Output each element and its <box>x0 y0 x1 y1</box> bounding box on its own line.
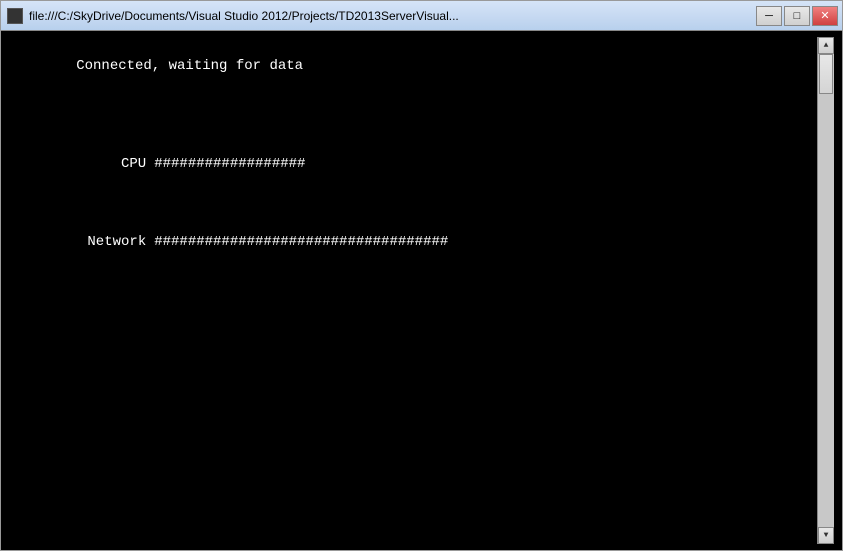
cpu-bar: ################## <box>154 156 305 172</box>
scrollbar-down-button[interactable]: ▼ <box>818 527 834 544</box>
console-line-connected: Connected, waiting for data <box>9 37 817 96</box>
console-line-empty1 <box>9 96 817 116</box>
scrollbar-thumb[interactable] <box>819 54 833 94</box>
scrollbar-up-button[interactable]: ▲ <box>818 37 834 54</box>
connected-text: Connected, waiting for data <box>76 58 303 74</box>
cpu-label: CPU <box>76 155 146 175</box>
console-line-network: Network #################################… <box>9 213 817 272</box>
maximize-button[interactable]: □ <box>784 6 810 26</box>
title-bar-left: file:///C:/SkyDrive/Documents/Visual Stu… <box>7 8 459 24</box>
title-bar: file:///C:/SkyDrive/Documents/Visual Stu… <box>1 1 842 31</box>
minimize-button[interactable]: ─ <box>756 6 782 26</box>
title-buttons: ─ □ ✕ <box>756 6 838 26</box>
console-line-cpu: CPU ################## <box>9 135 817 194</box>
network-label: Network <box>76 233 146 253</box>
network-bar: ################################### <box>154 234 448 250</box>
console-line-empty2 <box>9 115 817 135</box>
console-area: Connected, waiting for data CPU #########… <box>1 31 842 550</box>
console-line-empty3 <box>9 194 817 214</box>
close-button[interactable]: ✕ <box>812 6 838 26</box>
scrollbar: ▲ ▼ <box>817 37 834 544</box>
scrollbar-track[interactable] <box>818 54 834 527</box>
console-content: Connected, waiting for data CPU #########… <box>9 37 817 544</box>
window-icon <box>7 8 23 24</box>
main-window: file:///C:/SkyDrive/Documents/Visual Stu… <box>0 0 843 551</box>
window-title: file:///C:/SkyDrive/Documents/Visual Stu… <box>29 9 459 23</box>
